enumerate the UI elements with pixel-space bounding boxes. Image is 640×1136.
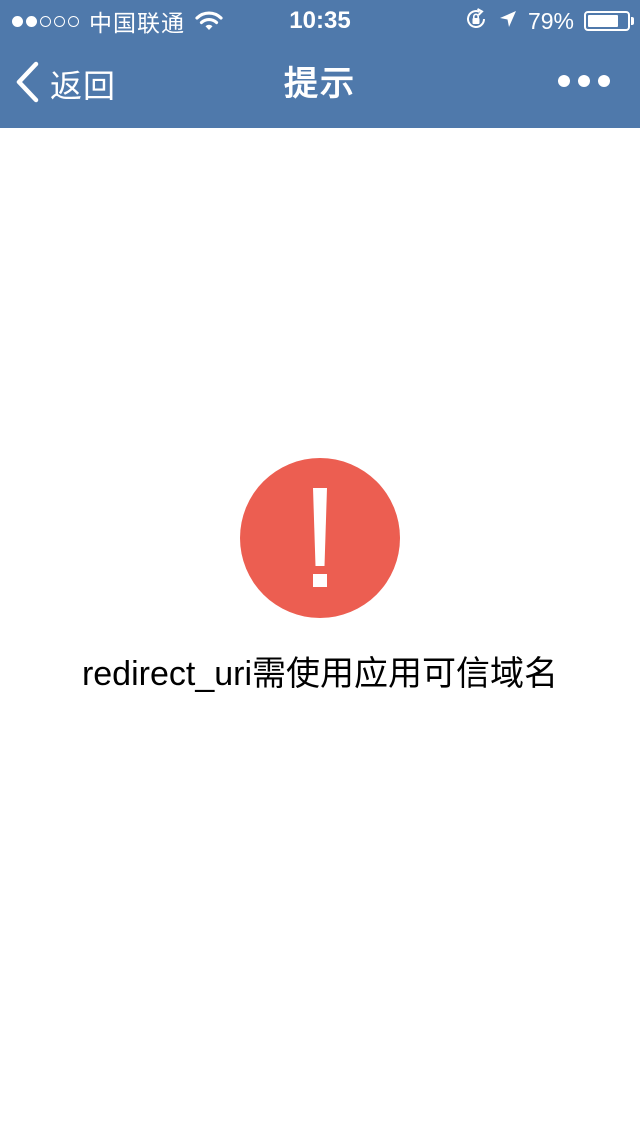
status-right: 79% xyxy=(464,6,634,36)
error-message: redirect_uri需使用应用可信域名 xyxy=(81,655,559,693)
more-dots-icon[interactable] xyxy=(558,75,610,87)
rotation-lock-icon xyxy=(464,7,488,36)
more-dot xyxy=(558,75,570,87)
nav-bar: 返回 提示 xyxy=(0,40,640,128)
screen: 中国联通 10:35 79% 返回 提示 redirect_uri需使用应用可信… xyxy=(0,0,640,1136)
more-dot xyxy=(598,75,610,87)
location-arrow-icon xyxy=(498,9,518,34)
more-dot xyxy=(578,75,590,87)
battery-icon xyxy=(584,11,634,31)
battery-nub xyxy=(631,17,634,25)
status-bar: 中国联通 10:35 79% xyxy=(0,0,640,40)
top-bar: 中国联通 10:35 79% 返回 提示 xyxy=(0,0,640,128)
battery-percent: 79% xyxy=(527,7,574,34)
page-title: 提示 xyxy=(284,65,356,103)
exclamation-circle-icon xyxy=(240,458,400,618)
battery-fill xyxy=(588,15,619,27)
